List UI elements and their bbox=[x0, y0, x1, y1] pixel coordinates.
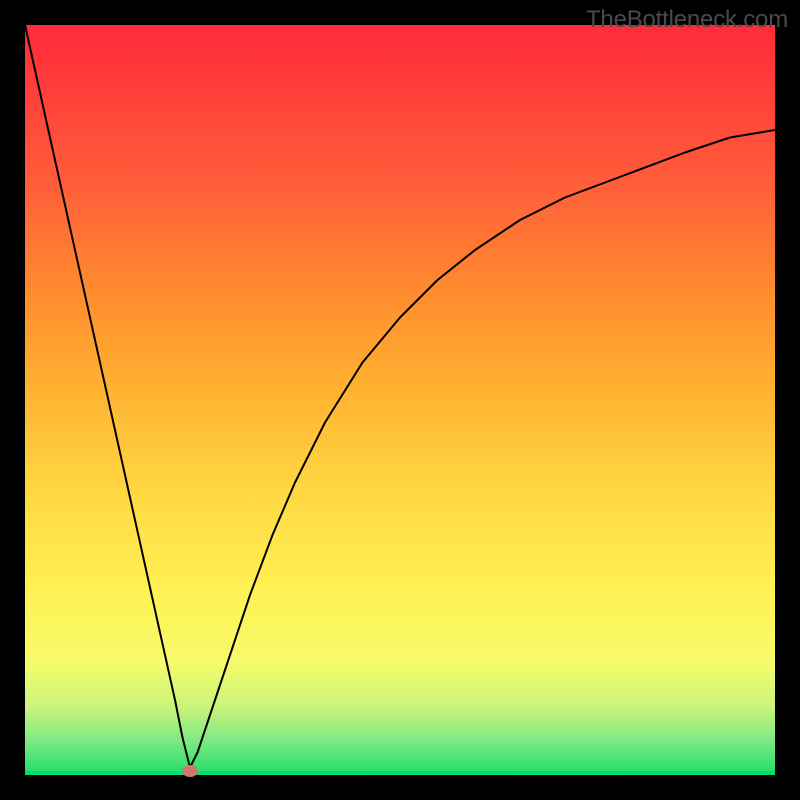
curve-path bbox=[25, 25, 775, 768]
curve-svg bbox=[25, 25, 775, 775]
focal-marker bbox=[182, 765, 198, 777]
chart-frame bbox=[25, 25, 775, 779]
watermark-text: TheBottleneck.com bbox=[586, 6, 788, 34]
chart-plot-area bbox=[25, 25, 775, 775]
